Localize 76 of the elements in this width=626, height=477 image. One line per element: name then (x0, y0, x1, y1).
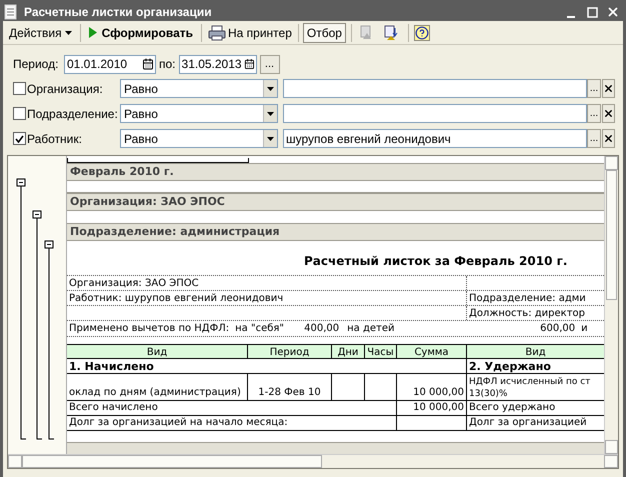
play-icon (88, 27, 97, 38)
date-from-field[interactable]: 01.01.2010 (64, 54, 156, 74)
filter-value-field[interactable] (283, 79, 587, 98)
deduction-other-label: и (581, 322, 588, 336)
filter-value-field[interactable]: шурупов евгений леонидович (283, 129, 587, 148)
column-header: Часы (365, 345, 397, 358)
filter-label: Подразделение: (27, 106, 119, 122)
collapse-bracket-icon[interactable] (44, 240, 54, 440)
actions-menu[interactable]: Действия (5, 22, 76, 42)
window-title: Расчетные листки организации (24, 4, 212, 21)
filter-checkbox[interactable] (13, 107, 26, 120)
info-text: Подразделение: адми (469, 293, 586, 304)
section-title: 2. Удержано (468, 359, 551, 373)
filter-checkbox[interactable] (13, 132, 26, 145)
calendar-icon[interactable] (244, 58, 255, 70)
section-title: 1. Начислено (67, 359, 467, 373)
print-button[interactable]: На принтер (206, 22, 294, 42)
printer-icon (208, 24, 226, 40)
collapse-bracket-icon[interactable] (32, 210, 42, 440)
condition-select[interactable]: Равно (120, 104, 278, 123)
table-cell-text: Всего удержано (468, 401, 556, 415)
table-cell: оклад по дням (администрация) (67, 374, 248, 400)
filter-label: Организация: (27, 80, 104, 98)
table-cell-text: НДФЛ исчисленный по ст 13(30)% (468, 376, 590, 400)
vertical-scrollbar[interactable] (604, 156, 618, 454)
period-select-button[interactable]: ... (260, 54, 280, 74)
column-header: Период (248, 345, 332, 358)
filter-value-field[interactable] (283, 104, 587, 123)
info-text: Работник: шурупов евгений леонидович (69, 293, 284, 304)
condition-select[interactable]: Равно (120, 129, 278, 148)
date-to-field[interactable]: 31.05.2013 (178, 54, 257, 74)
select-button[interactable]: ... (587, 104, 601, 123)
filter-button[interactable]: Отбор (302, 22, 346, 42)
column-header: Дни (332, 345, 365, 358)
filter-label: Работник: (27, 130, 83, 148)
select-button[interactable]: ... (587, 129, 601, 148)
condition-select[interactable]: Равно (120, 79, 278, 98)
collapse-bracket-icon[interactable] (16, 178, 26, 440)
table-cell: 10 000,00 (397, 374, 467, 400)
table-cell: Долг за организацией на начало месяца: (67, 416, 397, 430)
calendar-icon[interactable] (142, 58, 154, 70)
column-header: Вид (67, 345, 248, 358)
dropdown-arrow-icon (267, 136, 274, 140)
table-cell-text: Долг за организацией (468, 416, 587, 430)
maximize-icon[interactable] (587, 6, 598, 18)
generate-button[interactable]: Сформировать (84, 22, 197, 42)
payslip-title: Расчетный листок за Февраль 2010 г. (304, 253, 568, 270)
group-header: Организация: ЗАО ЭПОС (67, 193, 604, 211)
deductions-label: Применено вычетов по НДФЛ: (68, 322, 230, 336)
caret-icon (64, 30, 72, 34)
filter-checkbox[interactable] (13, 82, 26, 95)
period-to-label: по: (159, 56, 176, 73)
deduction-self-label: на "себя" (235, 322, 286, 336)
deduction-self-amount: 400,00 (303, 322, 340, 336)
dropdown-arrow-icon (267, 86, 274, 90)
table-cell: 10 000,00 (397, 401, 467, 415)
deduction-children-amount: 600,00 (539, 322, 576, 336)
info-text: Организация: ЗАО ЭПОС (69, 278, 199, 289)
group-header: Февраль 2010 г. (67, 163, 604, 181)
clear-icon[interactable] (602, 129, 615, 148)
table-cell: Всего начислено (67, 401, 397, 415)
clear-icon[interactable] (602, 104, 615, 123)
column-header: Сумма (397, 345, 467, 358)
select-button[interactable]: ... (587, 79, 601, 98)
horizontal-scrollbar[interactable] (8, 454, 618, 468)
info-text: Должность: директор (469, 308, 585, 319)
help-icon[interactable] (414, 24, 430, 40)
clear-icon[interactable] (602, 79, 615, 98)
document-icon (4, 4, 18, 20)
column-header: Вид (524, 346, 547, 358)
period-label: Период: (13, 56, 60, 73)
table-cell: 1-28 Фев 10 (248, 374, 332, 400)
dropdown-arrow-icon (267, 112, 274, 116)
deduction-children-label: на детей (347, 322, 396, 336)
close-icon[interactable] (606, 5, 620, 19)
group-header: Подразделение: администрация (67, 223, 604, 241)
